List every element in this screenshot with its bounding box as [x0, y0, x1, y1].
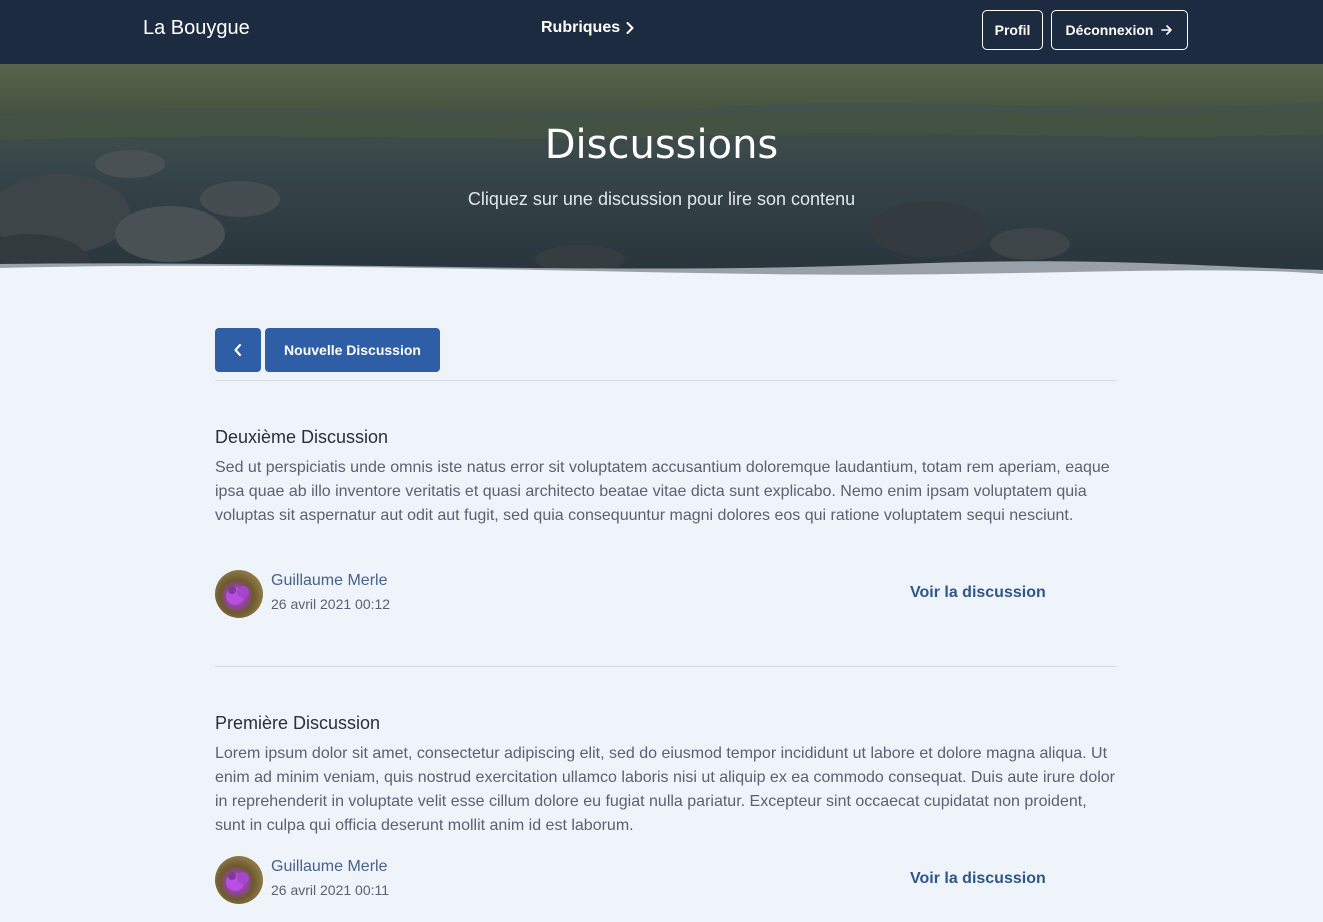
discussion-excerpt: Sed ut perspiciatis unde omnis iste natu…	[215, 459, 1110, 524]
new-discussion-label: Nouvelle Discussion	[284, 342, 421, 358]
discussion-meta: Guillaume Merle 26 avril 2021 00:12 Voir…	[215, 570, 1117, 618]
navbar: La Bouygue Rubriques Profil Déconnexion	[0, 0, 1323, 64]
chevron-left-icon	[234, 343, 242, 357]
page-title: Discussions	[544, 122, 779, 168]
page-subtitle: Cliquez sur une discussion pour lire son…	[467, 189, 856, 209]
view-discussion-link[interactable]: Voir la discussion	[910, 870, 1046, 888]
avatar	[215, 856, 263, 904]
hero-banner: Discussions Cliquez sur une discussion p…	[0, 64, 1323, 288]
discussion-excerpt: Lorem ipsum dolor sit amet, consectetur …	[215, 745, 1115, 834]
new-discussion-button[interactable]: Nouvelle Discussion	[265, 328, 440, 372]
discussion-card: Deuxième Discussion Sed ut perspiciatis …	[215, 427, 1117, 528]
brand-logo[interactable]: La Bouygue	[143, 17, 250, 40]
discussion-title[interactable]: Première Discussion	[215, 713, 1117, 734]
profil-label: Profil	[994, 22, 1031, 38]
arrow-right-icon	[1161, 25, 1173, 35]
logout-button[interactable]: Déconnexion	[1051, 10, 1188, 50]
avatar	[215, 570, 263, 618]
profil-button[interactable]: Profil	[982, 10, 1043, 50]
logout-label: Déconnexion	[1065, 22, 1154, 38]
divider	[215, 666, 1117, 667]
post-date: 26 avril 2021 00:12	[271, 596, 391, 612]
rubriques-label: Rubriques	[541, 19, 621, 36]
author-name: Guillaume Merle	[271, 858, 388, 875]
rubriques-menu[interactable]: Rubriques	[541, 19, 634, 37]
view-discussion-link[interactable]: Voir la discussion	[910, 584, 1046, 602]
author-name: Guillaume Merle	[271, 572, 388, 589]
back-button[interactable]	[215, 328, 261, 372]
avatar-flower-image	[226, 586, 249, 605]
post-date: 26 avril 2021 00:11	[271, 882, 390, 898]
avatar-flower-image	[226, 872, 249, 891]
discussion-meta: Guillaume Merle 26 avril 2021 00:11 Voir…	[215, 856, 1117, 904]
hero-background-image	[0, 64, 1323, 288]
chevron-right-icon	[626, 22, 634, 34]
discussion-title[interactable]: Deuxième Discussion	[215, 427, 1117, 448]
discussion-toolbar: Nouvelle Discussion	[215, 328, 1117, 381]
discussion-card: Première Discussion Lorem ipsum dolor si…	[215, 713, 1117, 838]
